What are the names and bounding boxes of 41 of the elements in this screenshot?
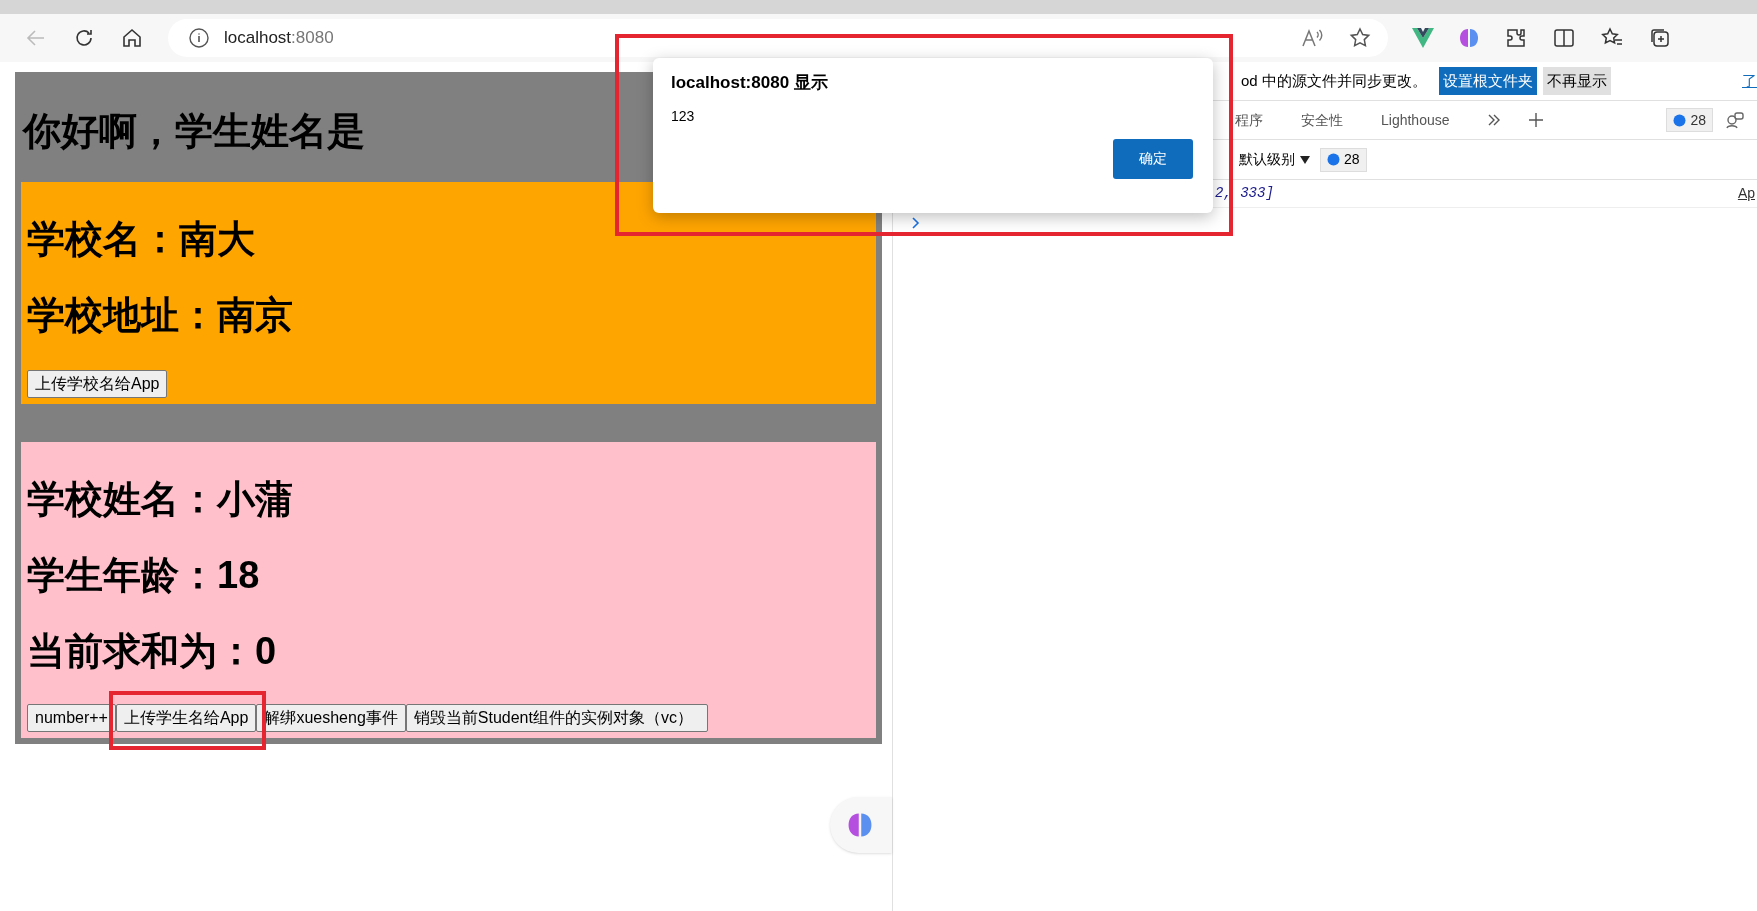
dialog-message: 123 <box>671 106 696 126</box>
extensions-icon[interactable] <box>1504 26 1528 50</box>
console-prompt-icon[interactable] <box>911 216 921 230</box>
address-bar[interactable]: localhost:8080 <box>168 19 1388 57</box>
infobar-message: od 中的源文件并同步更改。 <box>1241 70 1427 91</box>
collections-icon[interactable] <box>1648 26 1672 50</box>
feedback-icon[interactable] <box>1725 110 1745 130</box>
log-level-dropdown[interactable]: 默认级别 <box>1239 149 1310 170</box>
page-button[interactable]: 上传学校名给App <box>27 370 168 398</box>
dont-show-again-button[interactable]: 不再显示 <box>1542 67 1611 95</box>
set-root-folder-button[interactable]: 设置根文件夹 <box>1438 67 1537 95</box>
info-icon <box>188 27 210 49</box>
assistant-button[interactable] <box>830 797 892 853</box>
issues-count-badge[interactable]: 28 <box>1666 108 1713 132</box>
ok-button[interactable]: 确定 <box>1113 138 1193 179</box>
console-message: 2, 333] <box>1215 184 1274 203</box>
source-link[interactable]: Ap <box>1737 183 1755 204</box>
add-tab-icon[interactable] <box>1527 112 1544 128</box>
info-line: 学校名：南大 <box>27 220 256 258</box>
split-screen-icon[interactable] <box>1552 26 1576 50</box>
dialog-title: localhost:8080 显示 <box>671 72 829 94</box>
page-button[interactable]: 销毁当前Student组件的实例对象（vc） <box>405 704 708 732</box>
info-line: 学校姓名：小蒲 <box>27 480 294 518</box>
info-line: 学校地址：南京 <box>27 296 294 334</box>
devtools-tab[interactable]: 程序 <box>1235 109 1263 131</box>
page-button[interactable]: 上传学生名给App <box>115 704 257 732</box>
message-count-badge[interactable]: 28 <box>1320 147 1367 172</box>
star-icon[interactable] <box>1348 26 1372 50</box>
info-line: 当前求和为：0 <box>27 632 278 670</box>
learn-more-link[interactable]: 了 <box>1742 69 1757 93</box>
info-line: 学生年龄：18 <box>27 556 261 594</box>
page-button[interactable]: number++ <box>27 704 116 732</box>
issues-count: 28 <box>1690 110 1706 130</box>
devtools-tab[interactable]: Lighthouse <box>1381 109 1450 131</box>
devtools-tab[interactable]: 安全性 <box>1301 109 1343 131</box>
message-count: 28 <box>1344 150 1360 169</box>
vue-devtools-icon[interactable] <box>1412 28 1434 48</box>
dropdown-triangle-icon <box>1300 155 1310 164</box>
page-heading: 你好啊，学生姓名是 <box>23 112 365 150</box>
home-icon[interactable] <box>120 26 144 50</box>
url-text: localhost:8080 <box>224 27 334 50</box>
